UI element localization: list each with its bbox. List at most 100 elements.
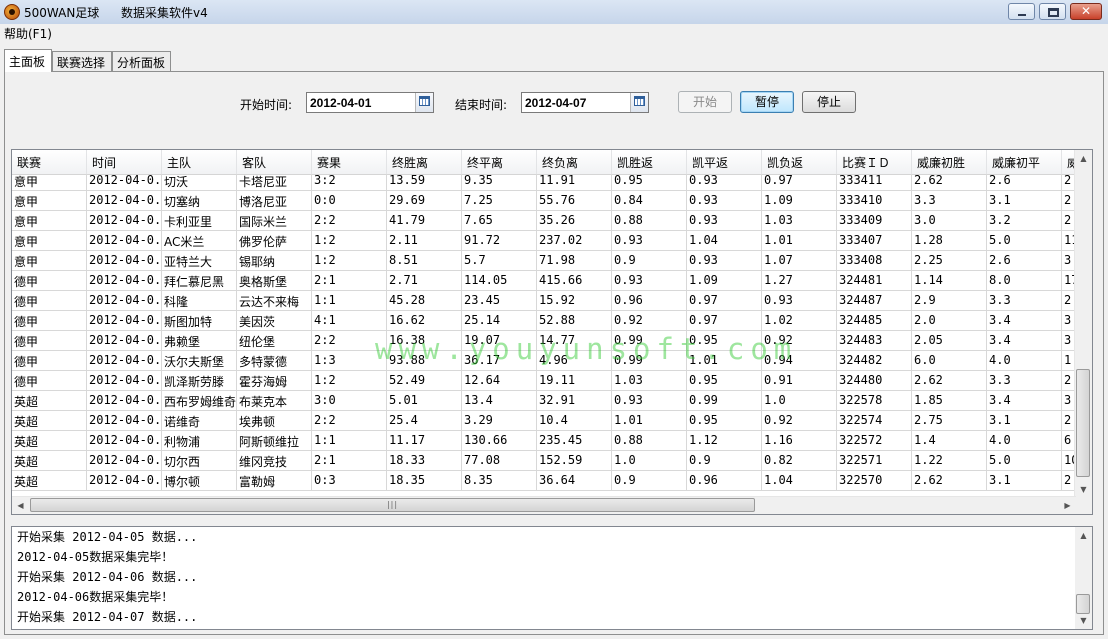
- table-cell: 0.97: [762, 174, 837, 191]
- column-header[interactable]: 时间: [87, 150, 162, 174]
- scroll-right-icon[interactable]: ▶: [1059, 497, 1076, 514]
- table-cell: 3.3: [987, 371, 1062, 391]
- table-cell: 英超: [12, 431, 87, 451]
- close-icon[interactable]: [1070, 3, 1102, 20]
- table-cell: 1.12: [687, 431, 762, 451]
- horizontal-scroll-thumb[interactable]: |||: [30, 498, 755, 512]
- minimize-icon[interactable]: [1008, 3, 1035, 20]
- table-cell: 霍芬海姆: [237, 371, 312, 391]
- column-header[interactable]: 威廉初平: [987, 150, 1062, 174]
- table-cell: 55.76: [537, 191, 612, 211]
- table-row[interactable]: 意甲2012-04-0...AC米兰佛罗伦萨1:22.1191.72237.02…: [12, 231, 1076, 251]
- table-row[interactable]: 德甲2012-04-0...弗赖堡纽伦堡2:216.3819.0714.770.…: [12, 331, 1076, 351]
- column-header[interactable]: 比赛ＩＤ: [837, 150, 912, 174]
- log-output[interactable]: 开始采集 2012-04-05 数据... 2012-04-05数据采集完毕！ 开始…: [11, 526, 1093, 630]
- table-vertical-scrollbar[interactable]: ▲ ▼: [1074, 150, 1092, 498]
- table-cell: 0.96: [612, 291, 687, 311]
- table-cell: 324485: [837, 311, 912, 331]
- table-cell: 11.17: [387, 431, 462, 451]
- table-cell: 0.92: [762, 411, 837, 431]
- maximize-icon[interactable]: [1039, 3, 1066, 20]
- vertical-scroll-thumb[interactable]: [1076, 369, 1090, 477]
- menu-help[interactable]: 帮助(F1): [4, 25, 52, 42]
- table-row[interactable]: 德甲2012-04-0...凯泽斯劳滕霍芬海姆1:252.4912.6419.1…: [12, 371, 1076, 391]
- table-cell: 1.27: [762, 271, 837, 291]
- table-cell: 3.4: [987, 311, 1062, 331]
- tab-league-select[interactable]: 联赛选择: [52, 51, 112, 71]
- table-horizontal-scrollbar[interactable]: ◀ ||| ▶: [12, 496, 1076, 514]
- table-row[interactable]: 英超2012-04-0...诺维奇埃弗顿2:225.43.2910.41.010…: [12, 411, 1076, 431]
- column-header[interactable]: 终胜离: [387, 150, 462, 174]
- scroll-up-icon[interactable]: ▲: [1075, 527, 1092, 544]
- column-header[interactable]: 客队: [237, 150, 312, 174]
- table-cell: 英超: [12, 411, 87, 431]
- client-area: 帮助(F1) 主面板 联赛选择 分析面板 开始时间: 2012-04-01 结束…: [0, 24, 1108, 639]
- table-cell: 1.0: [612, 451, 687, 471]
- table-cell: 2012-04-0...: [87, 431, 162, 451]
- table-cell: 0.93: [687, 211, 762, 231]
- column-header[interactable]: 威廉初胜: [912, 150, 987, 174]
- log-line: 2012-04-06数据采集完毕！: [17, 590, 174, 604]
- table-cell: 7.25: [462, 191, 537, 211]
- end-date-picker[interactable]: 2012-04-07: [521, 92, 649, 113]
- table-row[interactable]: 英超2012-04-0...西布罗姆维奇布莱克本3:05.0113.432.91…: [12, 391, 1076, 411]
- table-cell: 英超: [12, 451, 87, 471]
- column-header[interactable]: 赛果: [312, 150, 387, 174]
- start-date-picker[interactable]: 2012-04-01: [306, 92, 434, 113]
- table-row[interactable]: 英超2012-04-0...博尔顿富勒姆0:318.358.3536.640.9…: [12, 471, 1076, 491]
- results-table[interactable]: 联赛 时间 主队 客队 赛果 终胜离 终平离 终负离 凯胜返 凯平返 凯负返 比赛ＩＤ 威廉初胜 威廉初平…: [11, 149, 1093, 515]
- table-row[interactable]: 德甲2012-04-0...斯图加特美因茨4:116.6225.1452.880…: [12, 311, 1076, 331]
- table-cell: 16.38: [387, 331, 462, 351]
- table-cell: 2012-04-0...: [87, 211, 162, 231]
- table-cell: 0.93: [687, 191, 762, 211]
- table-cell: 纽伦堡: [237, 331, 312, 351]
- table-cell: 8.0: [987, 271, 1062, 291]
- table-row[interactable]: 英超2012-04-0...利物浦阿斯顿维拉1:111.17130.66235.…: [12, 431, 1076, 451]
- column-header[interactable]: 凯胜返: [612, 150, 687, 174]
- log-scroll-thumb[interactable]: [1076, 594, 1090, 614]
- table-row[interactable]: 德甲2012-04-0...沃尔夫斯堡多特蒙德1:393.8836.174.96…: [12, 351, 1076, 371]
- table-row[interactable]: 意甲2012-04-0...亚特兰大锡耶纳1:28.515.771.980.90…: [12, 251, 1076, 271]
- table-cell: 0.95: [687, 371, 762, 391]
- table-cell: 0.91: [762, 371, 837, 391]
- log-vertical-scrollbar[interactable]: ▲ ▼: [1075, 527, 1092, 629]
- table-cell: 415.66: [537, 271, 612, 291]
- start-calendar-button[interactable]: [415, 93, 433, 112]
- table-cell: 4.0: [987, 351, 1062, 371]
- table-cell: 324483: [837, 331, 912, 351]
- scroll-left-icon[interactable]: ◀: [12, 497, 29, 514]
- table-row[interactable]: 英超2012-04-0...切尔西维冈竞技2:118.3377.08152.59…: [12, 451, 1076, 471]
- table-cell: 2012-04-0...: [87, 351, 162, 371]
- column-header[interactable]: 终负离: [537, 150, 612, 174]
- table-row[interactable]: 德甲2012-04-0...科隆云达不来梅1:145.2823.4515.920…: [12, 291, 1076, 311]
- scroll-down-icon[interactable]: ▼: [1075, 481, 1092, 498]
- column-header[interactable]: 联赛: [12, 150, 87, 174]
- table-cell: 2012-04-0...: [87, 471, 162, 491]
- column-header[interactable]: 主队: [162, 150, 237, 174]
- table-cell: 12.64: [462, 371, 537, 391]
- table-cell: 0.93: [687, 251, 762, 271]
- table-cell: 佛罗伦萨: [237, 231, 312, 251]
- column-header[interactable]: 凯负返: [762, 150, 837, 174]
- table-cell: 91.72: [462, 231, 537, 251]
- scroll-up-icon[interactable]: ▲: [1075, 150, 1092, 167]
- table-cell: 32.91: [537, 391, 612, 411]
- end-time-label: 结束时间:: [455, 98, 508, 112]
- stop-button[interactable]: 停止: [802, 91, 856, 113]
- table-row[interactable]: 意甲2012-04-0...卡利亚里国际米兰2:241.797.6535.260…: [12, 211, 1076, 231]
- tab-main-panel[interactable]: 主面板: [4, 49, 52, 72]
- table-row[interactable]: 意甲2012-04-0...切塞纳博洛尼亚0:029.697.2555.760.…: [12, 191, 1076, 211]
- tab-analysis-panel[interactable]: 分析面板: [112, 51, 171, 71]
- scroll-down-icon[interactable]: ▼: [1075, 612, 1092, 629]
- table-cell: 16.62: [387, 311, 462, 331]
- table-row[interactable]: 德甲2012-04-0...拜仁慕尼黑奥格斯堡2:12.71114.05415.…: [12, 271, 1076, 291]
- end-calendar-button[interactable]: [630, 93, 648, 112]
- column-header[interactable]: 凯平返: [687, 150, 762, 174]
- table-cell: 3.1: [987, 471, 1062, 491]
- table-cell: 1.03: [612, 371, 687, 391]
- table-cell: 富勒姆: [237, 471, 312, 491]
- column-header[interactable]: 终平离: [462, 150, 537, 174]
- start-button[interactable]: 开始: [678, 91, 732, 113]
- table-row[interactable]: 意甲2012-04-0...切沃卡塔尼亚3:213.599.3511.910.9…: [12, 174, 1076, 191]
- pause-button[interactable]: 暂停: [740, 91, 794, 113]
